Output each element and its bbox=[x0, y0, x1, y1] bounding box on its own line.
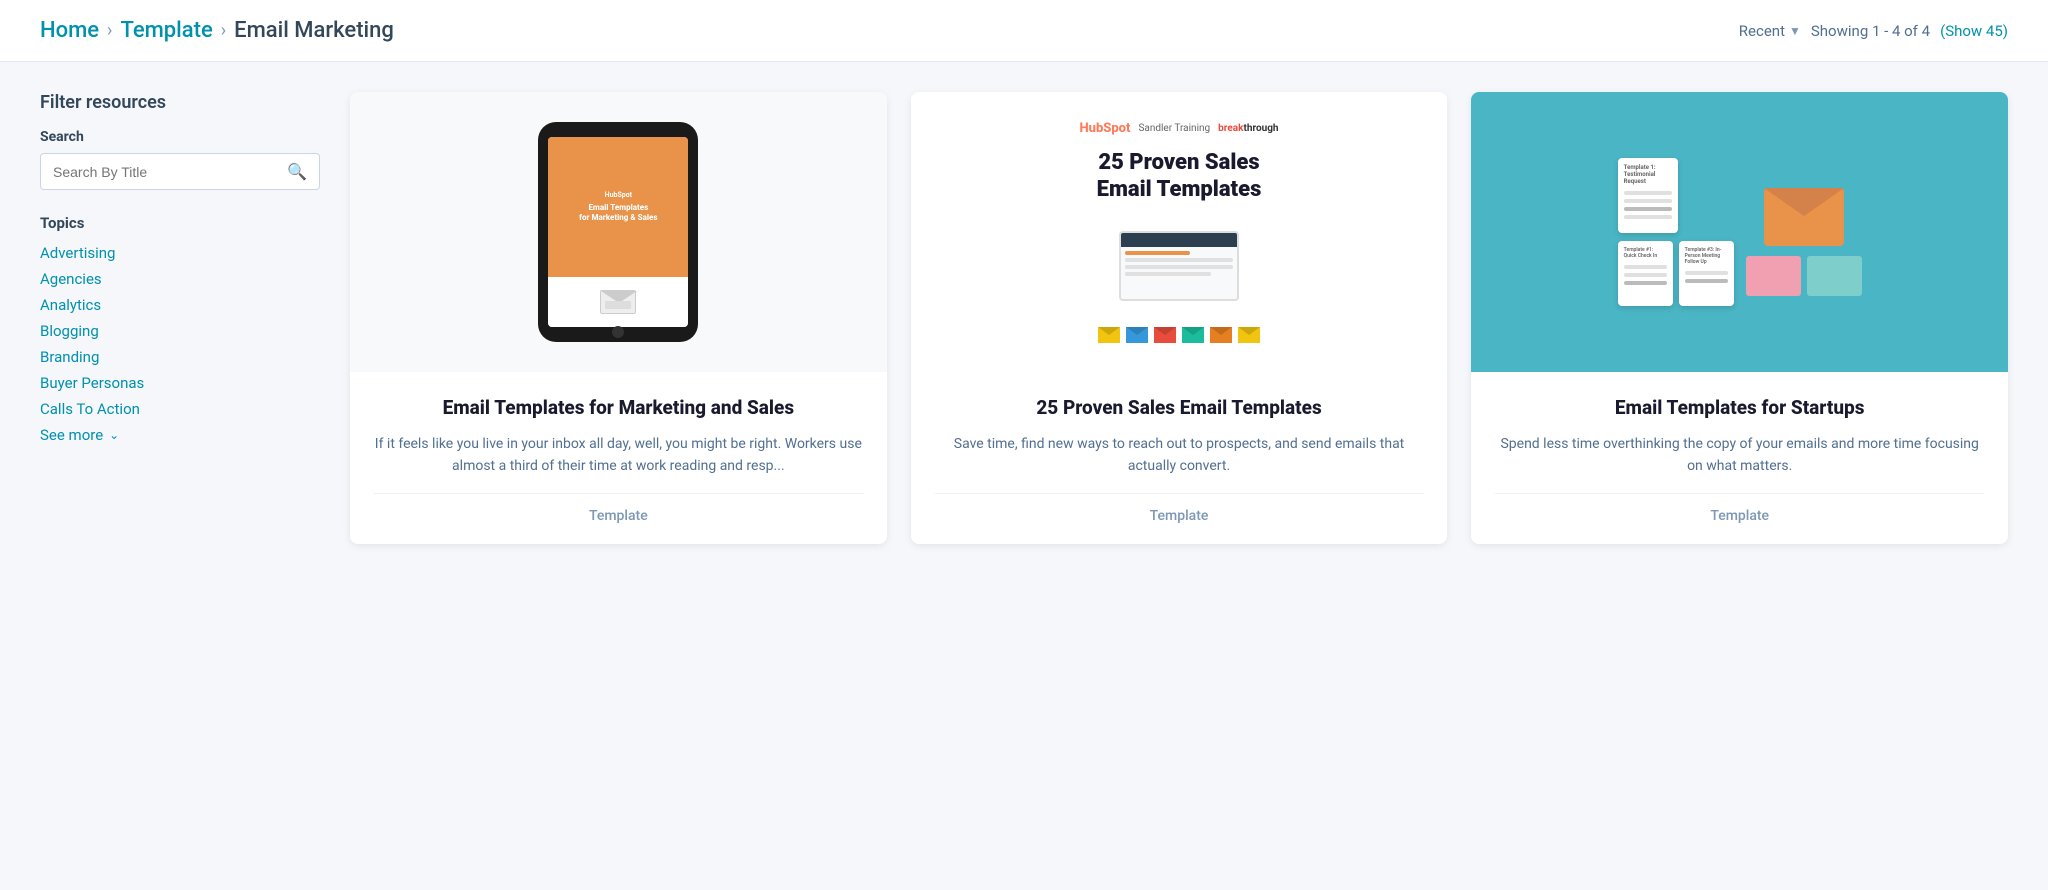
breadcrumb-sep-1: › bbox=[107, 20, 112, 41]
card-2-content: 25 Proven Sales Email Templates Save tim… bbox=[911, 372, 1448, 544]
small-envelope-pink bbox=[1746, 256, 1801, 296]
card-1[interactable]: HubSpot Email Templatesfor Marketing & S… bbox=[350, 92, 887, 544]
envelope-yellow-2 bbox=[1238, 327, 1260, 343]
template-doc-3: Template #3: In-Person Meeting Follow Up bbox=[1679, 241, 1734, 306]
sort-label: Recent bbox=[1739, 22, 1785, 40]
see-more-label: See more bbox=[40, 426, 103, 444]
envelope-blue bbox=[1126, 327, 1148, 343]
breadcrumb: Home › Template › Email Marketing bbox=[40, 18, 394, 43]
card-2[interactable]: HubSpot Sandler Training breakthrough 25… bbox=[911, 92, 1448, 544]
card-3-image: Template 1: Testimonial Request Template… bbox=[1471, 92, 2008, 372]
card-3[interactable]: Template 1: Testimonial Request Template… bbox=[1471, 92, 2008, 544]
chevron-down-icon: ⌄ bbox=[109, 428, 119, 442]
email-envelopes bbox=[1098, 327, 1260, 343]
header-right: Recent ▼ Showing 1 - 4 of 4 (Show 45) bbox=[1739, 22, 2008, 40]
filter-resources-title: Filter resources bbox=[40, 92, 320, 113]
envelope-teal bbox=[1182, 327, 1204, 343]
card-3-type: Template bbox=[1495, 493, 1984, 524]
big-envelope-orange bbox=[1764, 188, 1844, 246]
template-doc-1: Template 1: Testimonial Request bbox=[1618, 158, 1678, 233]
showing-count: Showing 1 - 4 of 4 bbox=[1811, 22, 1930, 40]
breadcrumb-current: Email Marketing bbox=[234, 18, 394, 43]
main-layout: Filter resources Search 🔍 Topics Adverti… bbox=[0, 62, 2048, 574]
card-3-description: Spend less time overthinking the copy of… bbox=[1495, 433, 1984, 478]
envelope-red bbox=[1154, 327, 1176, 343]
search-icon[interactable]: 🔍 bbox=[287, 162, 307, 181]
card-1-title: Email Templates for Marketing and Sales bbox=[374, 396, 863, 421]
search-label: Search bbox=[40, 129, 320, 145]
see-more-button[interactable]: See more ⌄ bbox=[40, 426, 320, 444]
breadcrumb-home[interactable]: Home bbox=[40, 18, 99, 43]
sidebar-item-calls-to-action[interactable]: Calls To Action bbox=[40, 400, 320, 418]
breakthrough-logo: breakthrough bbox=[1218, 123, 1278, 134]
envelope-orange bbox=[1210, 327, 1232, 343]
card-1-type: Template bbox=[374, 493, 863, 524]
card-1-image: HubSpot Email Templatesfor Marketing & S… bbox=[350, 92, 887, 372]
sidebar-item-analytics[interactable]: Analytics bbox=[40, 296, 320, 314]
card-2-image: HubSpot Sandler Training breakthrough 25… bbox=[911, 92, 1448, 372]
search-input[interactable] bbox=[53, 164, 287, 180]
page-header: Home › Template › Email Marketing Recent… bbox=[0, 0, 2048, 62]
sidebar-item-buyer-personas[interactable]: Buyer Personas bbox=[40, 374, 320, 392]
search-box: 🔍 bbox=[40, 153, 320, 190]
card-3-content: Email Templates for Startups Spend less … bbox=[1471, 372, 2008, 544]
template-doc-2: Template #1: Quick Check In bbox=[1618, 241, 1673, 306]
sort-arrow-icon: ▼ bbox=[1789, 24, 1801, 38]
startups-illustration: Template 1: Testimonial Request Template… bbox=[1471, 92, 2008, 372]
envelope-yellow bbox=[1098, 327, 1120, 343]
hubspot-logo: HubSpot bbox=[1079, 121, 1130, 136]
sales-headline: 25 Proven SalesEmail Templates bbox=[1097, 150, 1262, 203]
small-envelope-green bbox=[1807, 256, 1862, 296]
sidebar-item-agencies[interactable]: Agencies bbox=[40, 270, 320, 288]
sidebar-item-advertising[interactable]: Advertising bbox=[40, 244, 320, 262]
sidebar-item-branding[interactable]: Branding bbox=[40, 348, 320, 366]
card-2-type: Template bbox=[935, 493, 1424, 524]
card-3-title: Email Templates for Startups bbox=[1495, 396, 1984, 421]
tablet-illustration: HubSpot Email Templatesfor Marketing & S… bbox=[528, 112, 708, 352]
breadcrumb-template[interactable]: Template bbox=[120, 18, 212, 43]
screen-mockup bbox=[1119, 231, 1239, 301]
sort-button[interactable]: Recent ▼ bbox=[1739, 22, 1801, 40]
topics-label: Topics bbox=[40, 214, 320, 232]
sandler-logo: Sandler Training bbox=[1138, 123, 1210, 134]
breadcrumb-sep-2: › bbox=[221, 20, 226, 41]
sidebar: Filter resources Search 🔍 Topics Adverti… bbox=[40, 92, 320, 544]
sidebar-item-blogging[interactable]: Blogging bbox=[40, 322, 320, 340]
tablet-brand-label: HubSpot bbox=[605, 191, 632, 199]
card-2-description: Save time, find new ways to reach out to… bbox=[935, 433, 1424, 478]
show-all-link[interactable]: (Show 45) bbox=[1940, 22, 2008, 40]
card-1-description: If it feels like you live in your inbox … bbox=[374, 433, 863, 478]
tablet-title-text: Email Templatesfor Marketing & Sales bbox=[579, 203, 657, 224]
card-2-title: 25 Proven Sales Email Templates bbox=[935, 396, 1424, 421]
card-1-content: Email Templates for Marketing and Sales … bbox=[350, 372, 887, 544]
cards-grid: HubSpot Email Templatesfor Marketing & S… bbox=[350, 92, 2008, 544]
